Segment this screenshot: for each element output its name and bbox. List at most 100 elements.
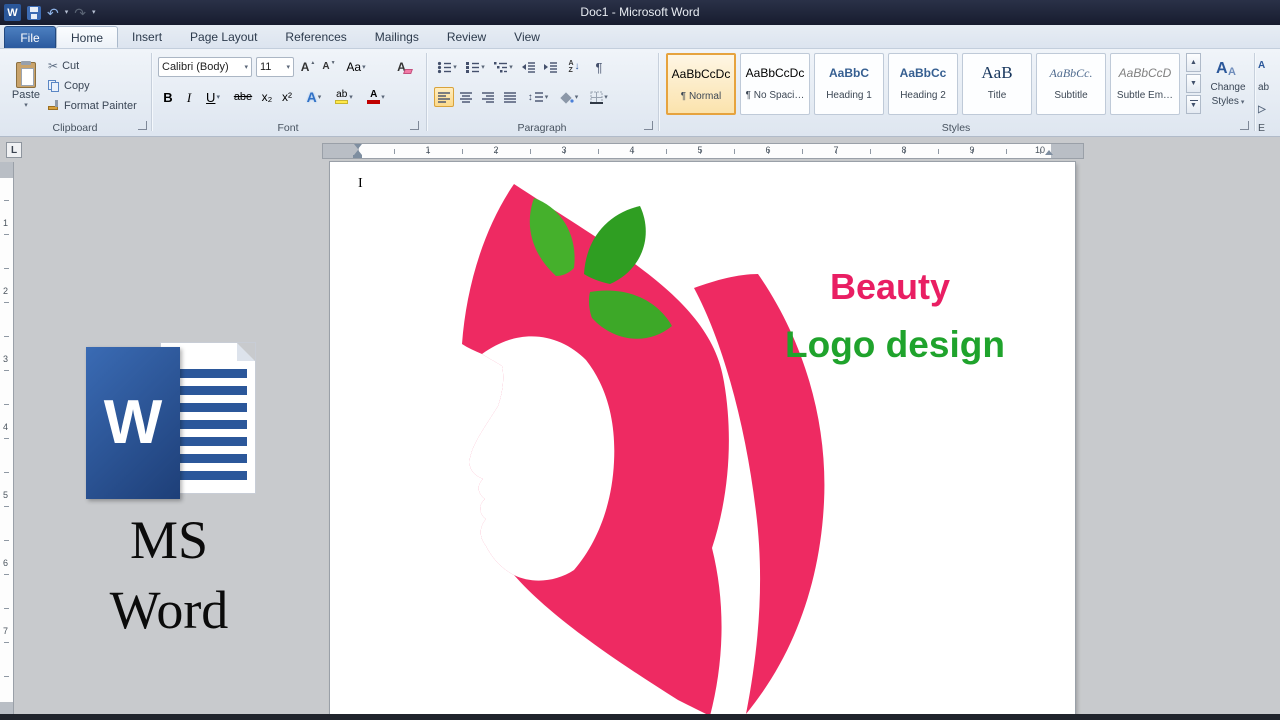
bold-button[interactable]: B [158,87,178,107]
multilevel-list-icon [493,61,508,74]
font-name-dropdown-icon[interactable]: ▾ [244,64,248,71]
italic-glyph: I [187,91,191,104]
word-app-icon[interactable]: W [4,4,21,21]
group-separator [658,53,659,131]
right-indent-marker[interactable] [1045,150,1053,155]
superscript-button[interactable]: x² [278,87,296,107]
align-center-button[interactable] [456,87,476,107]
style-heading-2[interactable]: AaBbCc Heading 2 [888,53,958,115]
format-painter-button[interactable]: Format Painter [48,97,137,115]
left-indent-marker[interactable] [353,155,362,158]
font-color-dropdown-icon[interactable]: ▾ [381,94,385,101]
multilevel-list-button[interactable]: ▾ [490,57,516,77]
tab-view[interactable]: View [500,26,554,48]
paste-dropdown-icon[interactable]: ▾ [24,102,28,109]
tab-file[interactable]: File [4,26,56,48]
change-styles-button[interactable]: A A Change Styles ▾ [1204,53,1252,115]
paste-button[interactable]: Paste ▾ [6,53,46,117]
align-left-button[interactable] [434,87,454,107]
underline-button[interactable]: U ▾ [200,87,226,107]
tab-mailings[interactable]: Mailings [361,26,433,48]
line-spacing-button[interactable]: ↕ ▾ [524,87,552,107]
multilevel-dropdown-icon[interactable]: ▾ [509,64,513,71]
save-icon[interactable] [27,6,41,20]
underline-dropdown-icon[interactable]: ▾ [216,94,220,101]
tab-review[interactable]: Review [433,26,500,48]
strikethrough-button[interactable]: abe [230,87,256,107]
borders-button[interactable]: ▾ [586,87,612,107]
copy-button[interactable]: Copy [48,77,90,95]
borders-dropdown-icon[interactable]: ▾ [604,94,608,101]
tab-insert[interactable]: Insert [118,26,176,48]
select-button[interactable]: ▷ [1258,101,1280,117]
font-dialog-launcher[interactable] [410,121,419,130]
superscript-glyph: x² [282,90,292,104]
decrease-indent-icon [521,61,536,74]
first-line-indent-marker[interactable] [354,144,362,149]
replace-button[interactable]: ab [1258,79,1280,95]
clipboard-dialog-launcher[interactable] [138,121,147,130]
scroll-up-icon: ▲ [1190,59,1197,66]
font-size-dropdown-icon[interactable]: ▾ [286,64,290,71]
tab-page-layout[interactable]: Page Layout [176,26,271,48]
highlight-button[interactable]: ab ▾ [330,87,358,107]
style-heading-1[interactable]: AaBbC Heading 1 [814,53,884,115]
line-spacing-dropdown-icon[interactable]: ▾ [545,94,549,101]
numbering-dropdown-icon[interactable]: ▾ [481,64,485,71]
decrease-indent-button[interactable] [518,57,538,77]
undo-icon[interactable]: ↶ [47,6,59,20]
group-separator [1254,53,1255,131]
style-title[interactable]: AaB Title [962,53,1032,115]
redo-icon[interactable]: ↷ [74,6,86,20]
justify-button[interactable] [500,87,520,107]
cut-button[interactable]: ✂ Cut [48,57,79,75]
ruler-number: 7 [833,145,838,155]
text-effects-button[interactable]: A ▾ [302,87,326,107]
tab-home[interactable]: Home [56,26,118,48]
style-subtitle[interactable]: AaBbCc. Subtitle [1036,53,1106,115]
vertical-ruler[interactable]: 1 2 3 4 5 6 7 [0,162,14,716]
justify-icon [503,91,517,103]
numbering-button[interactable]: ▾ [462,57,488,77]
font-name-combo[interactable]: Calibri (Body) ▾ [158,57,252,77]
styles-more-button[interactable]: ▼ [1186,95,1201,114]
change-styles-dropdown-icon[interactable]: ▾ [1241,99,1245,106]
style-normal[interactable]: AaBbCcDc ¶ Normal [666,53,736,115]
horizontal-ruler[interactable]: 1 2 3 4 5 6 7 8 9 10 [322,143,1084,159]
beauty-logo-graphic [428,184,840,716]
align-right-button[interactable] [478,87,498,107]
style-no-spacing[interactable]: AaBbCcDc ¶ No Spaci… [740,53,810,115]
styles-dialog-launcher[interactable] [1240,121,1249,130]
change-case-dropdown-icon[interactable]: ▾ [362,64,366,71]
subscript-button[interactable]: x₂ [258,87,276,107]
text-effects-dropdown-icon[interactable]: ▾ [318,94,322,101]
increase-indent-button[interactable] [540,57,560,77]
styles-scroll-down-button[interactable]: ▼ [1186,74,1201,93]
underline-glyph: U [206,91,215,104]
document-page[interactable]: I Beauty Logo design [330,162,1075,716]
shading-button[interactable]: ▾ [556,87,582,107]
format-painter-label: Format Painter [64,100,137,112]
italic-button[interactable]: I [180,87,198,107]
find-button[interactable]: A [1258,57,1280,73]
styles-scroll-up-button[interactable]: ▲ [1186,53,1201,72]
customize-qat-icon[interactable]: ▾ [92,9,96,16]
highlight-dropdown-icon[interactable]: ▾ [349,94,353,101]
tab-references[interactable]: References [271,26,360,48]
show-hide-pilcrow-button[interactable]: ¶ [590,57,608,77]
change-case-button[interactable]: Aa ▾ [342,57,370,77]
grow-font-button[interactable]: A ▲ [298,57,318,77]
font-color-button[interactable]: A ▾ [362,87,390,107]
shrink-font-button[interactable]: A ▼ [320,57,338,77]
sort-button[interactable]: A Z ↓ [562,57,586,77]
bullets-button[interactable]: ▾ [434,57,460,77]
undo-dropdown-icon[interactable]: ▾ [65,9,69,16]
style-subtle-emphasis[interactable]: AaBbCcD Subtle Em… [1110,53,1180,115]
clear-formatting-button[interactable]: A [394,57,418,77]
tab-stop-selector[interactable]: L [6,142,22,158]
shading-dropdown-icon[interactable]: ▾ [575,94,579,101]
font-size-combo[interactable]: 11 ▾ [256,57,294,77]
bullets-dropdown-icon[interactable]: ▾ [453,64,457,71]
paragraph-dialog-launcher[interactable] [644,121,653,130]
editing-group-label: E [1258,122,1280,134]
